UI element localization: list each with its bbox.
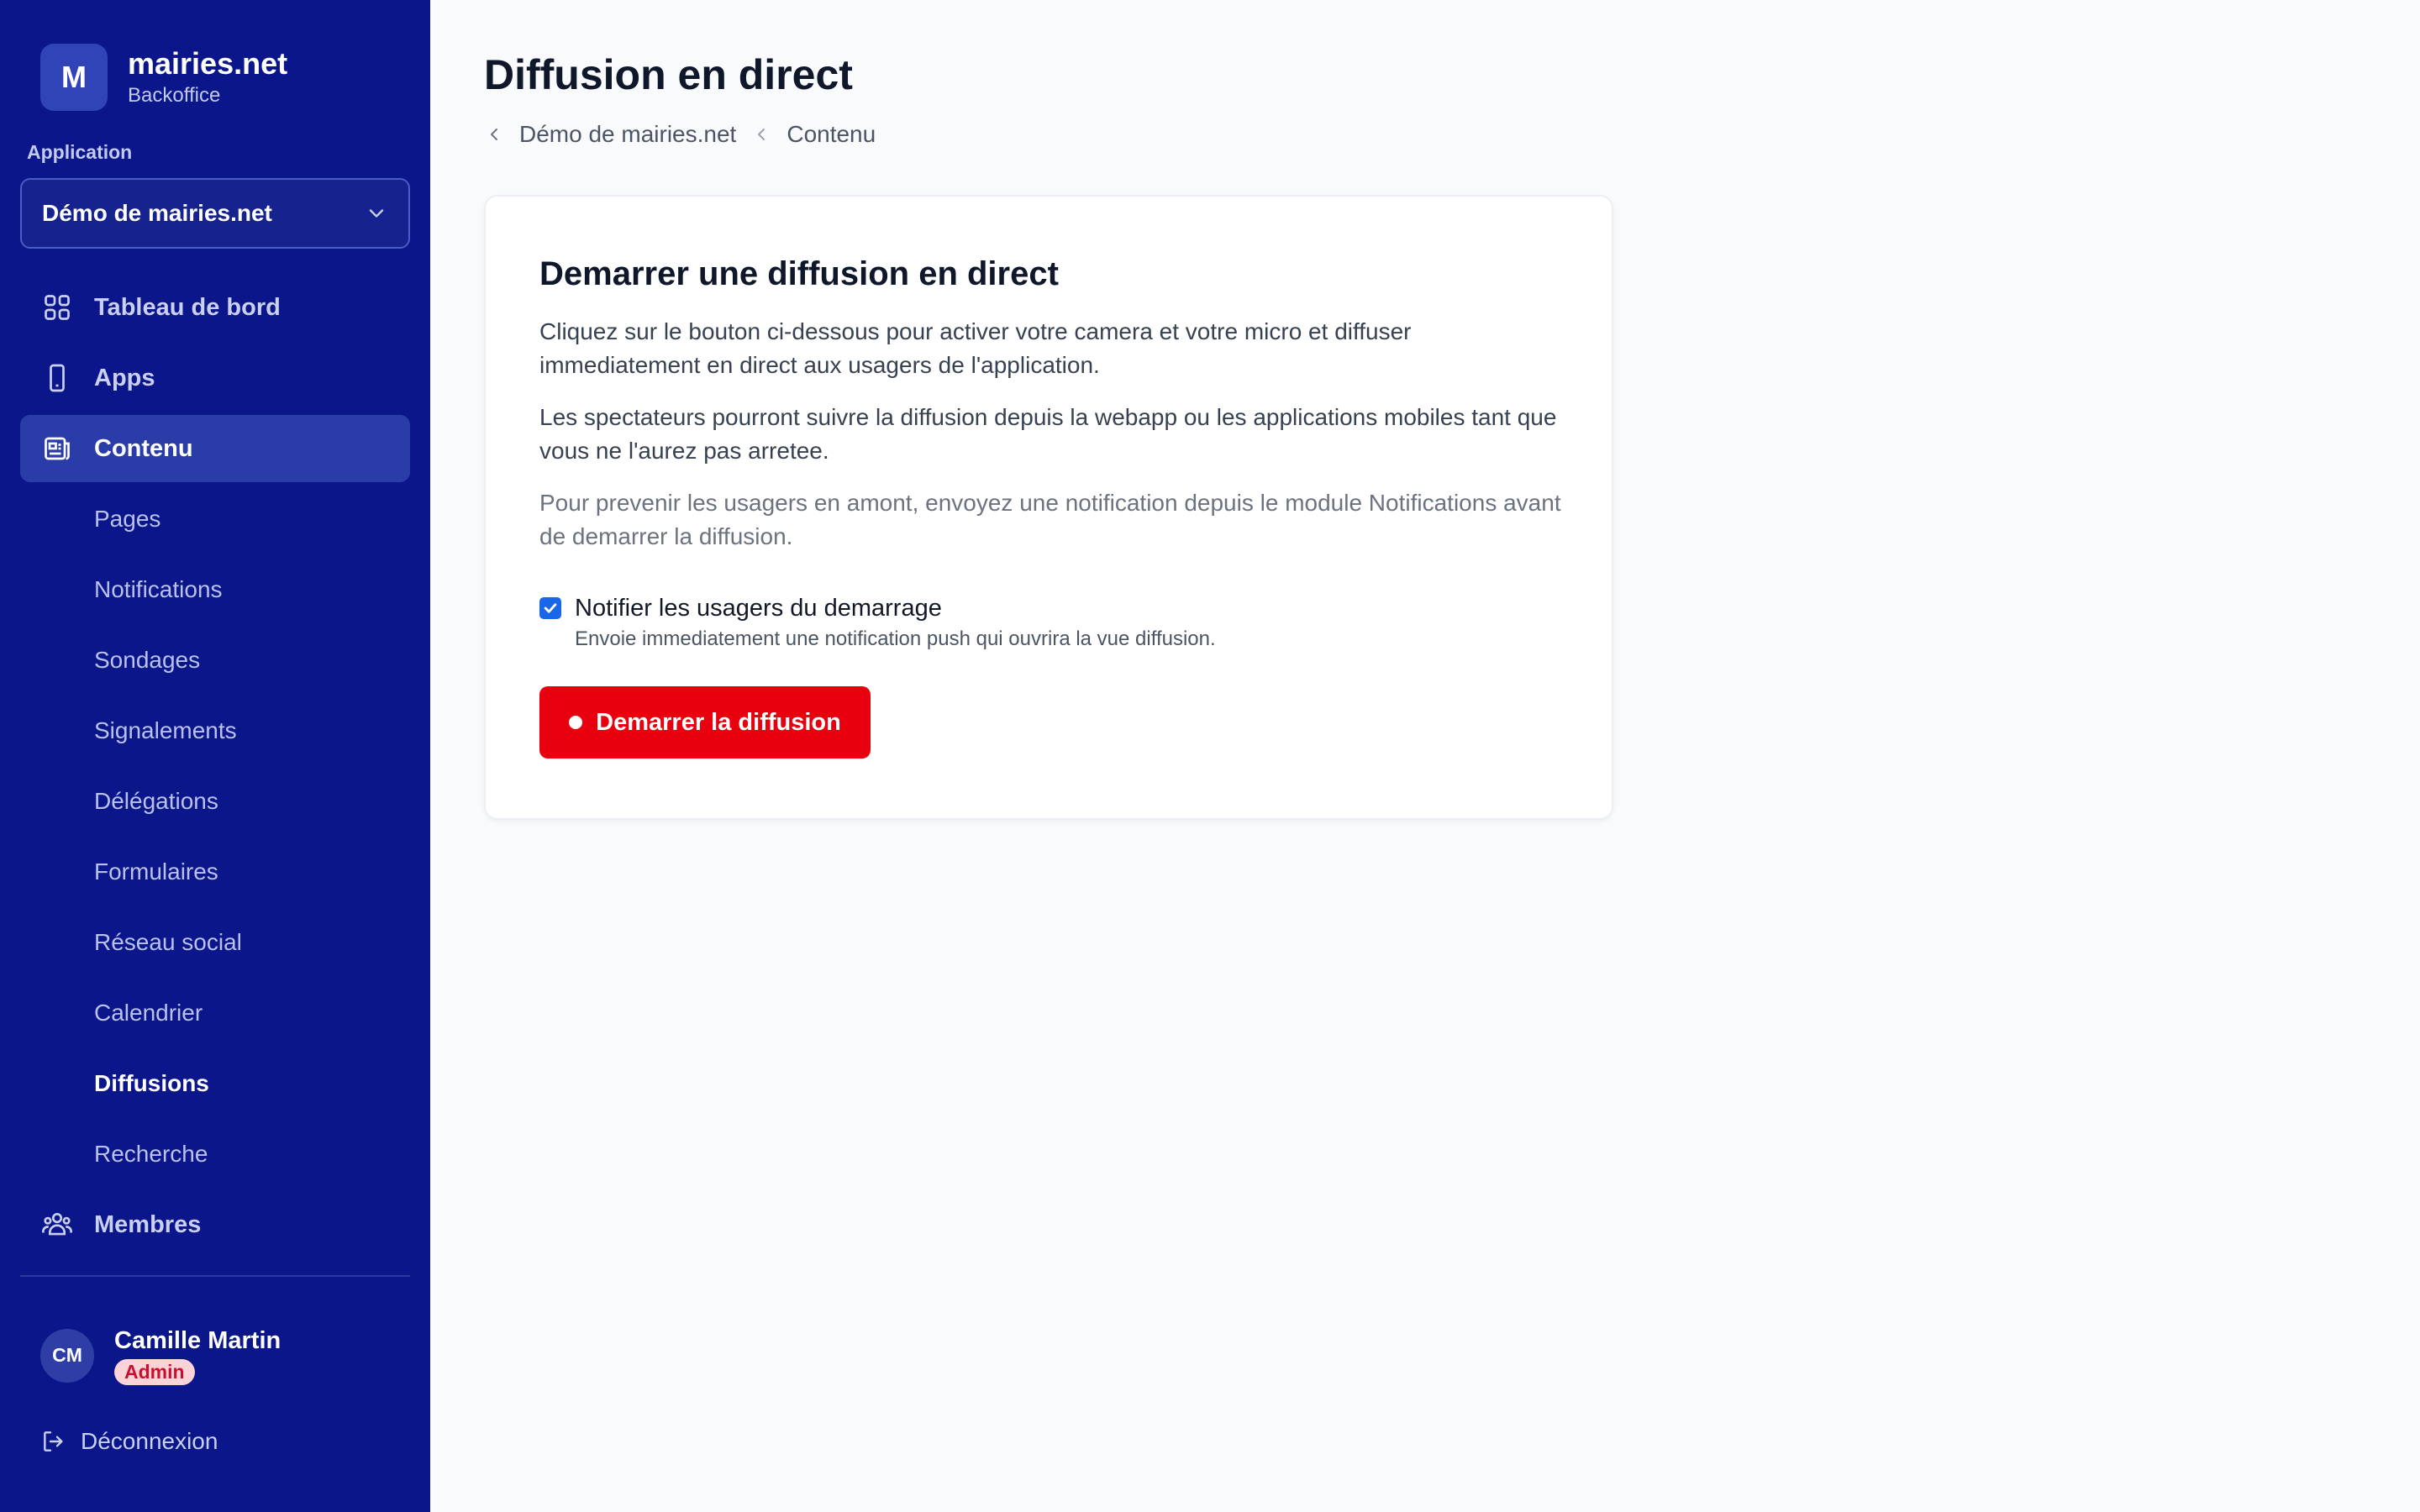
sidebar-subitem-calendar[interactable]: Calendrier — [20, 979, 410, 1047]
brand-name: mairies.net — [128, 46, 288, 81]
sidebar-subitem-broadcasts[interactable]: Diffusions — [20, 1050, 410, 1117]
sidebar-item-label: Membres — [94, 1210, 202, 1238]
app-root: M mairies.net Backoffice Application Dém… — [0, 0, 2420, 1512]
brand[interactable]: M mairies.net Backoffice — [40, 44, 287, 111]
card-title: Demarrer une diffusion en direct — [539, 255, 1059, 292]
application-select[interactable]: Démo de mairies.net — [20, 178, 410, 249]
sidebar-item-content[interactable]: Contenu — [20, 415, 410, 482]
grid-icon — [40, 291, 74, 324]
breadcrumb: Démo de mairies.net Contenu — [484, 121, 876, 148]
role-badge: Admin — [114, 1359, 195, 1385]
application-label: Application — [27, 141, 133, 163]
user-name: Camille Martin — [114, 1327, 281, 1354]
live-broadcast-card: Demarrer une diffusion en direct Cliquez… — [484, 195, 1613, 820]
user-info: Camille Martin Admin — [114, 1326, 281, 1385]
notify-users-text: Notifier les usagers du demarrage Envoie… — [575, 594, 1216, 651]
application-select-value: Démo de mairies.net — [42, 200, 272, 226]
logout-icon — [44, 1431, 63, 1452]
user-profile[interactable]: CM Camille Martin Admin — [40, 1326, 281, 1385]
sidebar-divider — [20, 1275, 410, 1277]
brand-text: mairies.net Backoffice — [128, 45, 287, 109]
notify-users-help: Envoie immediatement une notification pu… — [575, 627, 1216, 650]
notify-users-label[interactable]: Notifier les usagers du demarrage — [575, 594, 1216, 622]
users-icon — [40, 1208, 74, 1242]
sidebar-subitem-search[interactable]: Recherche — [20, 1121, 410, 1188]
breadcrumb-link-content[interactable]: Contenu — [786, 121, 876, 148]
sidebar-subitem-notifications[interactable]: Notifications — [20, 556, 410, 623]
smartphone-icon — [40, 361, 74, 395]
start-broadcast-label: Demarrer la diffusion — [596, 708, 841, 736]
sidebar-subitem-polls[interactable]: Sondages — [20, 627, 410, 694]
sidebar: M mairies.net Backoffice Application Dém… — [0, 0, 430, 1512]
sidebar-item-dashboard[interactable]: Tableau de bord — [20, 274, 410, 341]
sidebar-item-label: Tableau de bord — [94, 293, 281, 321]
breadcrumb-link-app[interactable]: Démo de mairies.net — [519, 121, 736, 148]
sidebar-item-label: Apps — [94, 364, 155, 391]
page-title: Diffusion en direct — [484, 51, 853, 98]
sidebar-subitem-reports[interactable]: Signalements — [20, 697, 410, 764]
main-content: Diffusion en direct Démo de mairies.net … — [430, 0, 2420, 1512]
record-dot-icon — [569, 716, 583, 729]
sidebar-subitem-social-network[interactable]: Réseau social — [20, 909, 410, 976]
logout-label: Déconnexion — [81, 1428, 218, 1454]
brand-subtitle: Backoffice — [128, 84, 221, 107]
brand-logo: M — [40, 44, 108, 111]
sidebar-subitem-pages[interactable]: Pages — [20, 486, 410, 553]
chevron-left-icon — [758, 129, 765, 140]
avatar: CM — [40, 1328, 94, 1383]
card-hint: Pour prevenir les usagers en amont, envo… — [539, 490, 1561, 549]
notify-users-option: Notifier les usagers du demarrage Envoie… — [539, 594, 1558, 651]
chevron-down-icon — [369, 209, 384, 218]
sidebar-nav: Tableau de bord Apps Contenu Pages Notif… — [20, 274, 410, 1262]
sidebar-item-members[interactable]: Membres — [20, 1191, 410, 1258]
sidebar-item-apps[interactable]: Apps — [20, 344, 410, 412]
card-description: Les spectateurs pourront suivre la diffu… — [539, 404, 1557, 464]
logout-button[interactable]: Déconnexion — [40, 1428, 218, 1455]
checkmark-icon — [544, 603, 557, 613]
sidebar-subitem-forms[interactable]: Formulaires — [20, 838, 410, 906]
card-description: Cliquez sur le bouton ci-dessous pour ac… — [539, 318, 1412, 378]
chevron-left-icon — [491, 129, 497, 140]
notify-users-checkbox[interactable] — [539, 597, 561, 619]
start-broadcast-button[interactable]: Demarrer la diffusion — [539, 686, 871, 759]
newspaper-icon — [40, 432, 74, 465]
sidebar-subitem-delegations[interactable]: Délégations — [20, 768, 410, 835]
sidebar-item-label: Contenu — [94, 434, 193, 462]
